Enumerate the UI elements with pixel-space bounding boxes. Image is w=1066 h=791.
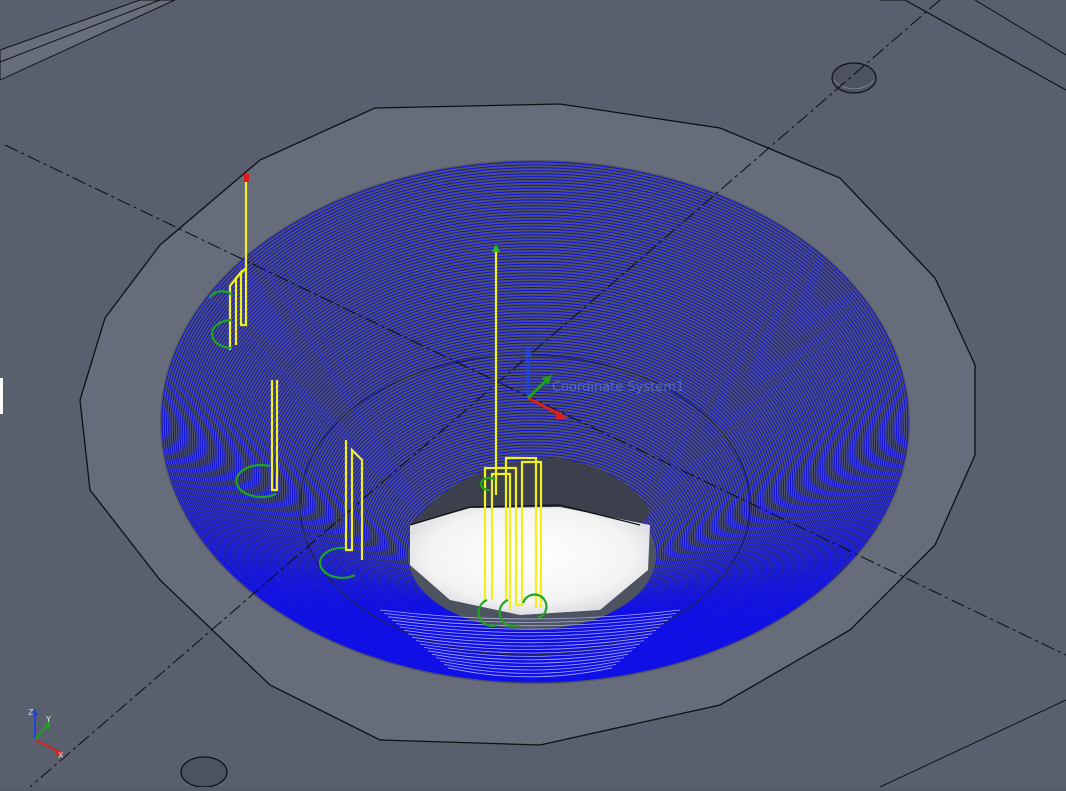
bolt-hole-top-right bbox=[831, 62, 877, 94]
svg-text:Z: Z bbox=[28, 708, 34, 717]
viewport-edge-marker bbox=[0, 378, 3, 414]
bolt-hole-bottom-left bbox=[180, 756, 228, 788]
svg-text:Y: Y bbox=[45, 715, 51, 724]
graphics-viewport[interactable]: Z X Y bbox=[0, 0, 1066, 788]
coordinate-system-label: Coordinate System1 bbox=[552, 380, 685, 395]
svg-text:X: X bbox=[58, 751, 64, 760]
toolpath-start-marker bbox=[244, 174, 249, 182]
